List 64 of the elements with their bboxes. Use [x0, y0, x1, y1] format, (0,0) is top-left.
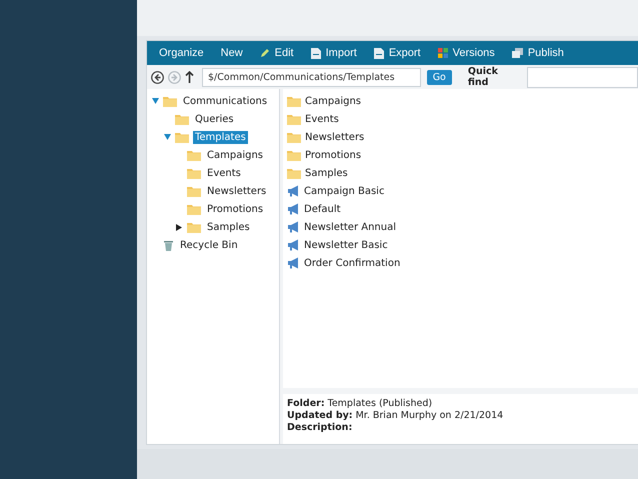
tree-item[interactable]: Promotions	[205, 202, 266, 216]
folder-icon	[175, 113, 189, 125]
back-icon[interactable]	[151, 70, 164, 84]
tree-item[interactable]: Recycle Bin	[178, 238, 240, 252]
megaphone-icon	[287, 203, 300, 215]
toolbar-button[interactable]: Organize	[157, 43, 206, 63]
folder-icon	[187, 203, 201, 215]
expanded-arrow-icon[interactable]	[152, 98, 158, 104]
pages-icon	[512, 48, 523, 58]
trash-icon	[163, 239, 174, 251]
tree-item[interactable]: Events	[205, 166, 243, 180]
path-field[interactable]: $/Common/Communications/Templates	[202, 68, 421, 86]
folder-icon	[187, 149, 201, 161]
toolbar-button[interactable]: Export	[372, 43, 423, 63]
toolbar-button[interactable]: Import	[308, 43, 359, 63]
list-item[interactable]: Campaigns	[305, 96, 362, 106]
list-item[interactable]: Newsletters	[305, 132, 364, 142]
list-item[interactable]: Order Confirmation	[304, 258, 400, 268]
toolbar-button[interactable]: New	[218, 43, 245, 63]
expanded-arrow-icon[interactable]	[164, 134, 170, 140]
toolbar-button[interactable]: Versions	[436, 43, 497, 63]
list-item[interactable]: Campaign Basic	[304, 186, 384, 196]
document-icon	[310, 48, 321, 58]
list-item[interactable]: Promotions	[305, 150, 362, 160]
tree-item[interactable]: Samples	[205, 220, 252, 234]
list-item[interactable]: Samples	[305, 168, 348, 178]
detail-value: Mr. Brian Murphy on 2/21/2014	[356, 410, 504, 421]
grid-icon	[438, 48, 448, 58]
folder-icon	[287, 149, 301, 161]
megaphone-icon	[287, 239, 300, 251]
toolbar-button[interactable]: Publish	[510, 43, 566, 63]
detail-label: Description:	[287, 422, 352, 433]
folder-icon	[187, 221, 201, 233]
tree-item[interactable]: Queries	[193, 112, 236, 126]
detail-label: Updated by:	[287, 410, 353, 421]
collapsed-arrow-icon[interactable]	[176, 224, 182, 230]
tree-item[interactable]: Newsletters	[205, 184, 268, 198]
go-button[interactable]: Go	[426, 70, 452, 84]
detail-label: Folder:	[287, 398, 325, 409]
list-item[interactable]: Default	[304, 204, 341, 214]
tree-item[interactable]: Communications	[181, 94, 270, 108]
tree-item[interactable]: Templates	[193, 130, 248, 144]
pencil-icon	[260, 48, 270, 58]
folder-icon	[187, 167, 201, 179]
folder-icon	[287, 95, 301, 107]
list-item[interactable]: Events	[305, 114, 339, 124]
megaphone-icon	[287, 257, 300, 269]
folder-icon	[163, 95, 177, 107]
quick-find-label: Quick find	[468, 66, 499, 88]
toolbar-button[interactable]: Edit	[258, 43, 296, 63]
folder-icon	[287, 131, 301, 143]
document-icon	[374, 48, 384, 58]
folder-icon	[287, 167, 301, 179]
folder-icon	[175, 131, 189, 143]
folder-icon	[187, 185, 201, 197]
folder-icon	[287, 113, 301, 125]
list-item[interactable]: Newsletter Annual	[304, 222, 396, 232]
list-item[interactable]: Newsletter Basic	[304, 240, 388, 250]
quick-find-field[interactable]	[527, 66, 638, 88]
up-arrow-icon[interactable]	[185, 71, 194, 83]
detail-value: Templates (Published)	[328, 398, 432, 409]
megaphone-icon	[287, 185, 300, 197]
megaphone-icon	[287, 221, 300, 233]
tree-item[interactable]: Campaigns	[205, 148, 266, 162]
